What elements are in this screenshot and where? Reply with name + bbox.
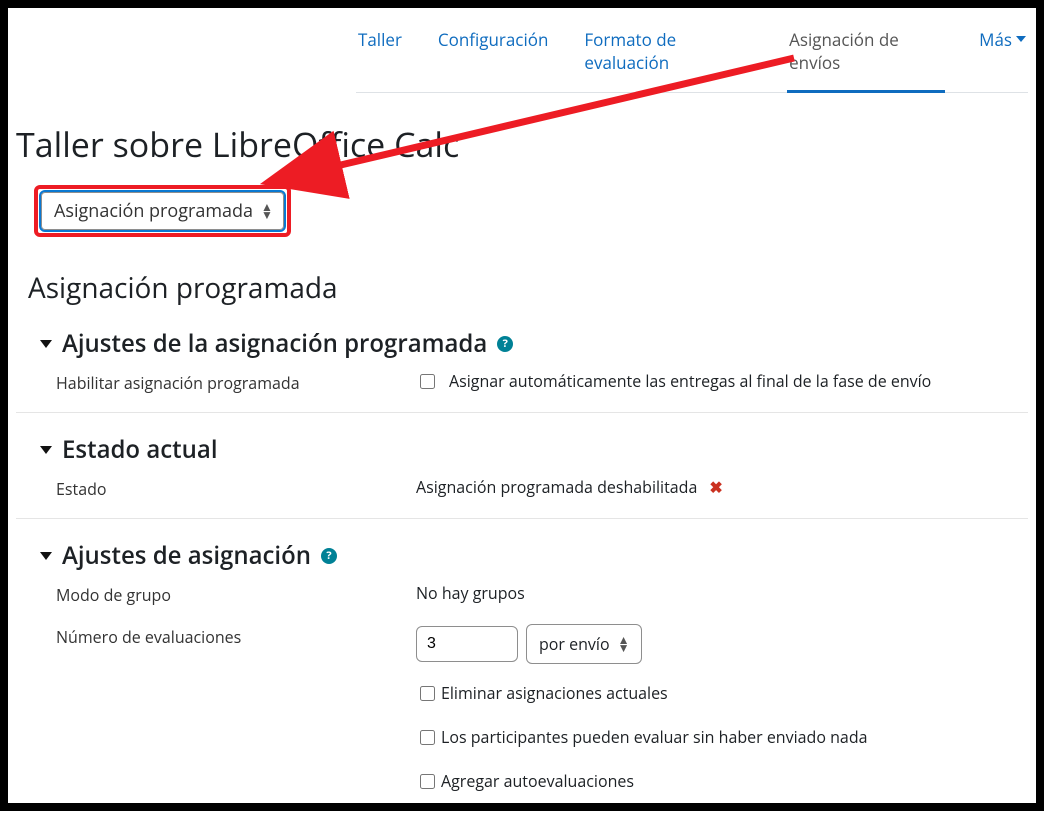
- checkbox-remove-current[interactable]: [420, 686, 435, 701]
- row-enable-scheduled: Habilitar asignación programada Asignar …: [56, 370, 1028, 394]
- tab-taller[interactable]: Taller: [356, 22, 404, 92]
- help-icon[interactable]: ?: [497, 336, 513, 352]
- row-self-assess: Agregar autoevaluaciones: [416, 770, 1028, 792]
- error-x-icon: ✖: [709, 476, 722, 498]
- label-assess-without-submit: Los participantes pueden evaluar sin hab…: [441, 726, 868, 748]
- select-per-mode[interactable]: por envío ▲▼: [526, 624, 642, 664]
- chevron-down-icon: [40, 446, 52, 454]
- label-remove-current: Eliminar asignaciones actuales: [441, 682, 668, 704]
- tab-asignacion-envios[interactable]: Asignación de envíos: [787, 22, 945, 93]
- tab-mas-label: Más: [979, 28, 1012, 51]
- section-scheduled-title: Ajustes de la asignación programada: [62, 327, 487, 360]
- allocation-method-highlight: Asignación programada ▲▼: [34, 185, 291, 237]
- row-assess-without-submit: Los participantes pueden evaluar sin hab…: [416, 726, 1028, 748]
- value-group-mode: No hay grupos: [416, 582, 525, 604]
- subheading: Asignación programada: [28, 269, 1028, 307]
- status-value: Asignación programada deshabilitada: [416, 476, 697, 498]
- row-group-mode: Modo de grupo No hay grupos: [56, 582, 1028, 606]
- row-status: Estado Asignación programada deshabilita…: [56, 476, 1028, 500]
- section-assign-title: Ajustes de asignación: [62, 539, 311, 572]
- allocation-method-select[interactable]: Asignación programada ▲▼: [41, 192, 284, 230]
- label-auto-assign: Asignar automáticamente las entregas al …: [449, 370, 931, 392]
- select-updown-icon: ▲▼: [261, 203, 273, 219]
- divider: [16, 412, 1028, 413]
- tab-configuracion[interactable]: Configuración: [436, 22, 551, 92]
- label-self-assess: Agregar autoevaluaciones: [441, 770, 634, 792]
- section-status-title: Estado actual: [62, 433, 218, 466]
- page-title: Taller sobre LibreOffice Calc: [16, 121, 1028, 167]
- chevron-down-icon: [40, 552, 52, 560]
- divider: [16, 518, 1028, 519]
- tab-bar: Taller Configuración Formato de evaluaci…: [356, 22, 1028, 93]
- row-num-reviews: Número de evaluaciones por envío ▲▼: [56, 624, 1028, 664]
- help-icon[interactable]: ?: [321, 548, 337, 564]
- checkbox-self-assess[interactable]: [420, 774, 435, 789]
- input-num-reviews[interactable]: [416, 626, 518, 662]
- label-enable-scheduled: Habilitar asignación programada: [56, 370, 416, 394]
- checkbox-assess-without-submit[interactable]: [420, 730, 435, 745]
- tab-formato-evaluacion[interactable]: Formato de evaluación: [582, 22, 755, 92]
- label-num-reviews: Número de evaluaciones: [56, 624, 416, 648]
- section-assign-head[interactable]: Ajustes de asignación ?: [40, 539, 1028, 572]
- select-per-mode-label: por envío: [539, 633, 610, 655]
- section-scheduled-head[interactable]: Ajustes de la asignación programada ?: [40, 327, 1028, 360]
- tab-mas[interactable]: Más: [977, 22, 1028, 92]
- chevron-down-icon: [40, 340, 52, 348]
- checkbox-auto-assign[interactable]: [420, 374, 435, 389]
- section-status-head[interactable]: Estado actual: [40, 433, 1028, 466]
- row-remove-current: Eliminar asignaciones actuales: [416, 682, 1028, 704]
- select-updown-icon: ▲▼: [618, 636, 630, 652]
- chevron-down-icon: [1016, 36, 1026, 42]
- label-group-mode: Modo de grupo: [56, 582, 416, 606]
- label-status: Estado: [56, 476, 416, 500]
- allocation-method-label: Asignación programada: [54, 199, 253, 223]
